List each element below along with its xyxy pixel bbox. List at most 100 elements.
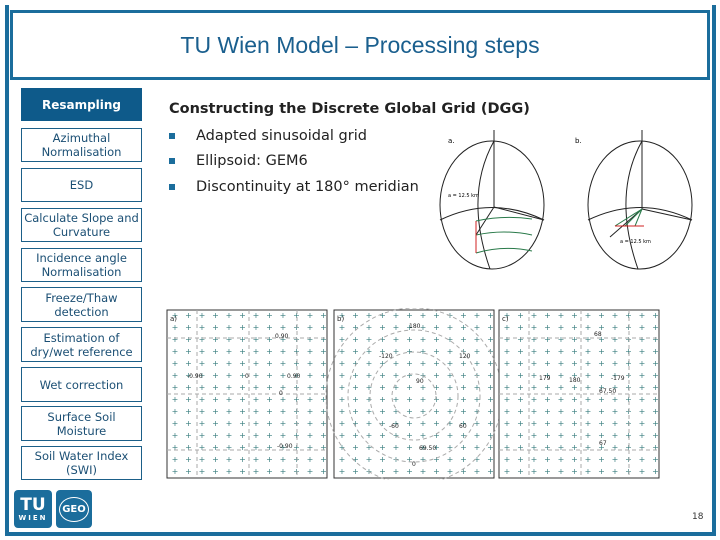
- grid-point: +: [320, 467, 327, 476]
- grid-point: +: [639, 467, 646, 476]
- grid-point: +: [433, 371, 440, 380]
- grid-point: +: [504, 431, 511, 440]
- grid-point: +: [172, 323, 179, 332]
- grid-point: +: [460, 431, 467, 440]
- grid-point: +: [585, 431, 592, 440]
- grid-point: +: [447, 407, 454, 416]
- grid-mark-label: 90: [416, 378, 424, 385]
- grid-point: +: [339, 347, 346, 356]
- grid-point: +: [172, 395, 179, 404]
- grid-point: +: [239, 467, 246, 476]
- grid-point: +: [420, 347, 427, 356]
- grid-point: +: [280, 467, 287, 476]
- grid-point: +: [474, 323, 481, 332]
- grid-point: +: [652, 335, 659, 344]
- grid-point: +: [571, 347, 578, 356]
- grid-point: +: [598, 431, 605, 440]
- grid-point: +: [253, 359, 260, 368]
- grid-point: +: [172, 455, 179, 464]
- grid-point: +: [585, 347, 592, 356]
- grid-point: +: [339, 443, 346, 452]
- grid-point: +: [571, 335, 578, 344]
- grid-point: +: [366, 419, 373, 428]
- grid-point: +: [199, 311, 206, 320]
- grid-point: +: [379, 407, 386, 416]
- grid-point: +: [199, 359, 206, 368]
- grid-point: +: [320, 371, 327, 380]
- grid-point: +: [544, 347, 551, 356]
- grid-point: +: [199, 395, 206, 404]
- grid-point: +: [393, 431, 400, 440]
- grid-point: +: [639, 371, 646, 380]
- grid-point: +: [558, 431, 565, 440]
- grid-panel-label: b): [337, 315, 344, 323]
- grid-point: +: [266, 347, 273, 356]
- grid-point: +: [517, 371, 524, 380]
- grid-point: +: [253, 347, 260, 356]
- grid-point: +: [544, 311, 551, 320]
- grid-point: +: [531, 419, 538, 428]
- grid-point: +: [585, 383, 592, 392]
- grid-point: +: [172, 383, 179, 392]
- grid-point: +: [517, 407, 524, 416]
- grid-point: +: [420, 395, 427, 404]
- grid-point: +: [639, 431, 646, 440]
- grid-point: +: [406, 383, 413, 392]
- grid-point: +: [639, 395, 646, 404]
- grid-point: +: [379, 323, 386, 332]
- grid-point: +: [504, 443, 511, 452]
- grid-point: +: [212, 455, 219, 464]
- sphere-a-note: a = 12.5 km: [448, 193, 479, 199]
- grid-point: +: [652, 419, 659, 428]
- grid-point: +: [307, 311, 314, 320]
- grid-point: +: [585, 335, 592, 344]
- grid-point: +: [531, 311, 538, 320]
- grid-point: +: [504, 419, 511, 428]
- grid-point: +: [379, 455, 386, 464]
- grid-point: +: [226, 431, 233, 440]
- grid-point: +: [433, 347, 440, 356]
- grid-mark-label: -120: [379, 353, 393, 360]
- grid-figures: + + + + + + + + + + + + + + + + + + + + + + + + + + + + + + + + + + + + + + + +…: [166, 308, 660, 480]
- grid-point: +: [266, 407, 273, 416]
- grid-point: +: [266, 311, 273, 320]
- grid-point: +: [366, 443, 373, 452]
- grid-point: +: [531, 323, 538, 332]
- grid-point: +: [544, 407, 551, 416]
- grid-point: +: [307, 419, 314, 428]
- grid-point: +: [172, 407, 179, 416]
- grid-point: +: [280, 359, 287, 368]
- step-slope-curvature: Calculate Slope and Curvature: [21, 208, 142, 242]
- grid-point: +: [598, 311, 605, 320]
- grid-point: +: [172, 443, 179, 452]
- grid-point: +: [544, 431, 551, 440]
- grid-point: +: [199, 467, 206, 476]
- grid-point: +: [487, 371, 494, 380]
- grid-point: +: [239, 383, 246, 392]
- bullet-item: Adapted sinusoidal grid: [169, 128, 367, 144]
- grid-point: +: [226, 443, 233, 452]
- grid-point: +: [212, 359, 219, 368]
- bullet-item: Discontinuity at 180° meridian: [169, 179, 419, 195]
- grid-point: +: [185, 335, 192, 344]
- grid-point: +: [320, 419, 327, 428]
- grid-point: +: [266, 419, 273, 428]
- grid-point: +: [226, 335, 233, 344]
- grid-point: +: [433, 335, 440, 344]
- grid-point: +: [239, 323, 246, 332]
- grid-point: +: [266, 323, 273, 332]
- grid-point: +: [172, 431, 179, 440]
- section-heading: Constructing the Discrete Global Grid (D…: [169, 101, 530, 117]
- grid-point: +: [253, 323, 260, 332]
- grid-point: +: [571, 395, 578, 404]
- geo-logo: GEO: [56, 490, 92, 528]
- grid-point: +: [585, 371, 592, 380]
- tu-wien-logo: TU WIEN: [14, 490, 52, 528]
- grid-point: +: [639, 359, 646, 368]
- grid-panel-label: c): [502, 315, 509, 323]
- grid-point: +: [406, 467, 413, 476]
- grid-point: +: [307, 467, 314, 476]
- grid-point: +: [266, 455, 273, 464]
- grid-point: +: [558, 323, 565, 332]
- grid-point: +: [280, 455, 287, 464]
